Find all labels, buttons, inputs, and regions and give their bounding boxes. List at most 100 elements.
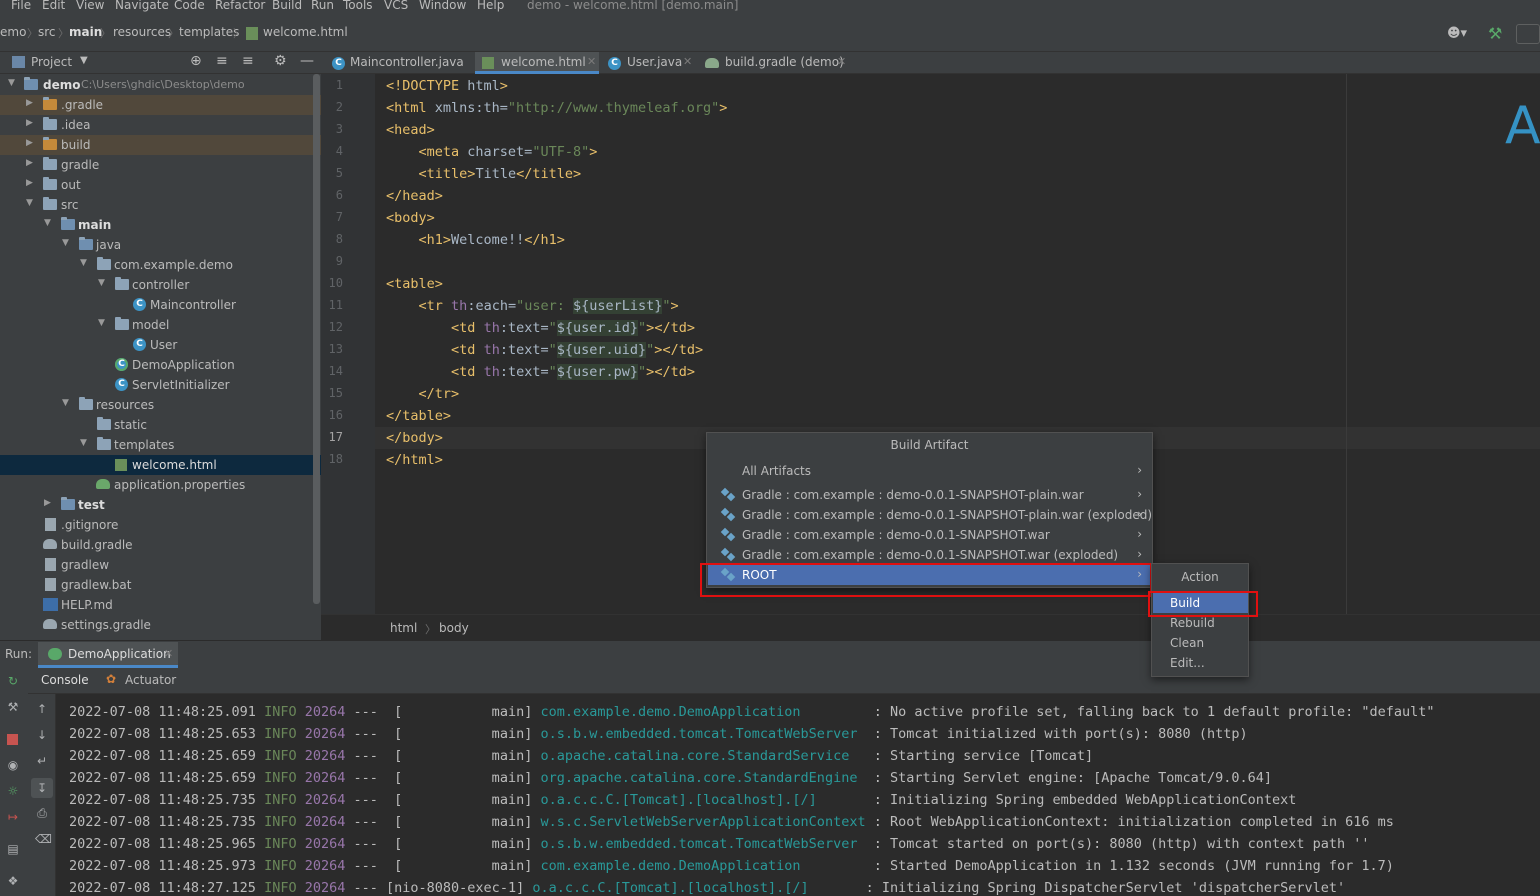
print-icon[interactable]: ⎙: [35, 806, 49, 820]
stop-icon[interactable]: [7, 734, 18, 745]
code-line[interactable]: <title>Title</title>: [386, 166, 582, 182]
tree-item-resources[interactable]: ▼ resources: [0, 395, 321, 415]
tree-scrollbar[interactable]: [313, 74, 320, 604]
breadcrumb-templates[interactable]: templates: [179, 25, 239, 39]
tree-item-gradle-dir[interactable]: ▶ .gradle: [0, 95, 321, 115]
chevron-down-icon[interactable]: ▼: [26, 198, 33, 208]
tree-item-gradle[interactable]: ▶ gradle: [0, 155, 321, 175]
tree-item-java[interactable]: ▼ java: [0, 235, 321, 255]
scroll-to-end-icon[interactable]: ↧: [31, 778, 53, 798]
chevron-down-icon[interactable]: ▼: [44, 218, 51, 228]
close-icon[interactable]: ✕: [683, 55, 692, 68]
camera-icon[interactable]: ◉: [6, 758, 20, 772]
code-line[interactable]: <table>: [386, 276, 443, 292]
code-line[interactable]: </html>: [386, 452, 443, 468]
code-line[interactable]: </body>: [386, 430, 443, 446]
code-line[interactable]: <td th:text="${user.pw}"></td>: [386, 364, 695, 380]
chevron-right-icon[interactable]: ▶: [26, 138, 33, 148]
chevron-down-icon[interactable]: ▼: [8, 78, 15, 88]
tree-item-help-md[interactable]: HELP.md: [0, 595, 321, 615]
close-icon[interactable]: ✕: [164, 647, 173, 660]
expand-all-icon[interactable]: ≡: [216, 53, 228, 69]
tree-item-servletinitializer[interactable]: C ServletInitializer: [0, 375, 321, 395]
tree-item-build[interactable]: ▶ build: [0, 135, 321, 155]
menu-navigate[interactable]: Navigate: [115, 0, 169, 12]
menu-build[interactable]: Build: [272, 0, 302, 12]
exit-icon[interactable]: ↦: [6, 810, 20, 824]
tree-item-demo[interactable]: ▼ demo C:\Users\ghdic\Desktop\demo: [0, 75, 321, 95]
chevron-down-icon[interactable]: ▼: [80, 258, 87, 268]
artifact-war-exploded[interactable]: Gradle : com.example : demo-0.0.1-SNAPSH…: [708, 545, 1152, 565]
tree-item-package[interactable]: ▼ com.example.demo: [0, 255, 321, 275]
chevron-down-icon[interactable]: ▼: [80, 55, 88, 66]
artifact-all[interactable]: All Artifacts ›: [708, 461, 1152, 481]
soft-wrap-icon[interactable]: ↵: [35, 754, 49, 768]
action-edit[interactable]: Edit...: [1153, 653, 1248, 673]
chevron-right-icon[interactable]: ▶: [26, 158, 33, 168]
rerun-icon[interactable]: ↻: [6, 674, 20, 688]
tab-maincontroller[interactable]: C Maincontroller.java: [329, 52, 479, 74]
artifact-plain-war[interactable]: Gradle : com.example : demo-0.0.1-SNAPSH…: [708, 485, 1152, 505]
code-line[interactable]: <meta charset="UTF-8">: [386, 144, 598, 160]
chevron-right-icon[interactable]: ▶: [26, 98, 33, 108]
tree-item-static[interactable]: static: [0, 415, 321, 435]
tab-actuator[interactable]: Actuator: [125, 673, 176, 687]
artifact-war[interactable]: Gradle : com.example : demo-0.0.1-SNAPSH…: [708, 525, 1152, 545]
tree-item-application-properties[interactable]: application.properties: [0, 475, 321, 495]
code-line[interactable]: <h1>Welcome!!</h1>: [386, 232, 565, 248]
tree-item-model[interactable]: ▼ model: [0, 315, 321, 335]
debug-icon[interactable]: ☼: [6, 784, 20, 798]
chevron-right-icon[interactable]: ▶: [26, 118, 33, 128]
user-icon[interactable]: ☻▾: [1447, 26, 1467, 41]
code-line[interactable]: <head>: [386, 122, 435, 138]
wrench-icon[interactable]: ⚒: [6, 700, 20, 714]
minimize-icon[interactable]: —: [300, 53, 314, 69]
gear-icon[interactable]: ⚙: [274, 53, 287, 69]
tree-item-idea[interactable]: ▶ .idea: [0, 115, 321, 135]
tree-item-demoapplication[interactable]: C DemoApplication: [0, 355, 321, 375]
menu-view[interactable]: View: [76, 0, 104, 12]
tree-item-gradlew[interactable]: gradlew: [0, 555, 321, 575]
tab-console[interactable]: Console: [41, 673, 89, 687]
tree-item-gradlew-bat[interactable]: gradlew.bat: [0, 575, 321, 595]
chevron-down-icon[interactable]: ▼: [80, 438, 87, 448]
chevron-down-icon[interactable]: ▼: [98, 278, 105, 288]
code-line[interactable]: <tr th:each="user: ${userList}">: [386, 298, 679, 314]
locate-icon[interactable]: ⊕: [190, 53, 202, 69]
tree-item-templates[interactable]: ▼ templates: [0, 435, 321, 455]
menu-code[interactable]: Code: [174, 0, 205, 12]
tree-item-welcome-html[interactable]: welcome.html: [0, 455, 321, 475]
arrow-down-icon[interactable]: ↓: [35, 728, 49, 742]
code-line[interactable]: <body>: [386, 210, 435, 226]
tree-item-maincontroller[interactable]: C Maincontroller: [0, 295, 321, 315]
chevron-down-icon[interactable]: ▼: [62, 238, 69, 248]
menu-refactor[interactable]: Refactor: [215, 0, 265, 12]
close-icon[interactable]: ✕: [587, 55, 596, 68]
breadcrumb-resources[interactable]: resources: [113, 25, 171, 39]
menu-help[interactable]: Help: [477, 0, 504, 12]
breadcrumb-welcome-html[interactable]: welcome.html: [263, 25, 348, 39]
tree-item-build-gradle[interactable]: build.gradle: [0, 535, 321, 555]
code-line[interactable]: <!DOCTYPE html>: [386, 78, 508, 94]
trash-icon[interactable]: ⌫: [35, 832, 52, 846]
code-line[interactable]: </tr>: [386, 386, 460, 402]
collapse-all-icon[interactable]: ≡: [242, 53, 254, 69]
close-icon[interactable]: ✕: [837, 55, 846, 68]
tree-item-settings-gradle[interactable]: settings.gradle: [0, 615, 321, 635]
chevron-down-icon[interactable]: ▼: [62, 398, 69, 408]
chevron-right-icon[interactable]: ▶: [44, 498, 51, 508]
tree-item-user[interactable]: C User: [0, 335, 321, 355]
crumb-html[interactable]: html: [390, 621, 417, 635]
tree-item-src[interactable]: ▼ src: [0, 195, 321, 215]
crumb-body[interactable]: body: [439, 621, 469, 635]
tree-item-test[interactable]: ▶ test: [0, 495, 321, 515]
menu-edit[interactable]: Edit: [42, 0, 65, 12]
tab-build-gradle[interactable]: build.gradle (demo) ✕: [705, 52, 855, 74]
code-line[interactable]: <td th:text="${user.id}"></td>: [386, 320, 695, 336]
artifact-plain-war-exploded[interactable]: Gradle : com.example : demo-0.0.1-SNAPSH…: [708, 505, 1152, 525]
tree-item-controller[interactable]: ▼ controller: [0, 275, 321, 295]
breadcrumb-src[interactable]: src: [38, 25, 56, 39]
menu-window[interactable]: Window: [419, 0, 466, 12]
pin-icon[interactable]: ❖: [6, 874, 20, 888]
layout-icon[interactable]: ▤: [6, 842, 20, 856]
